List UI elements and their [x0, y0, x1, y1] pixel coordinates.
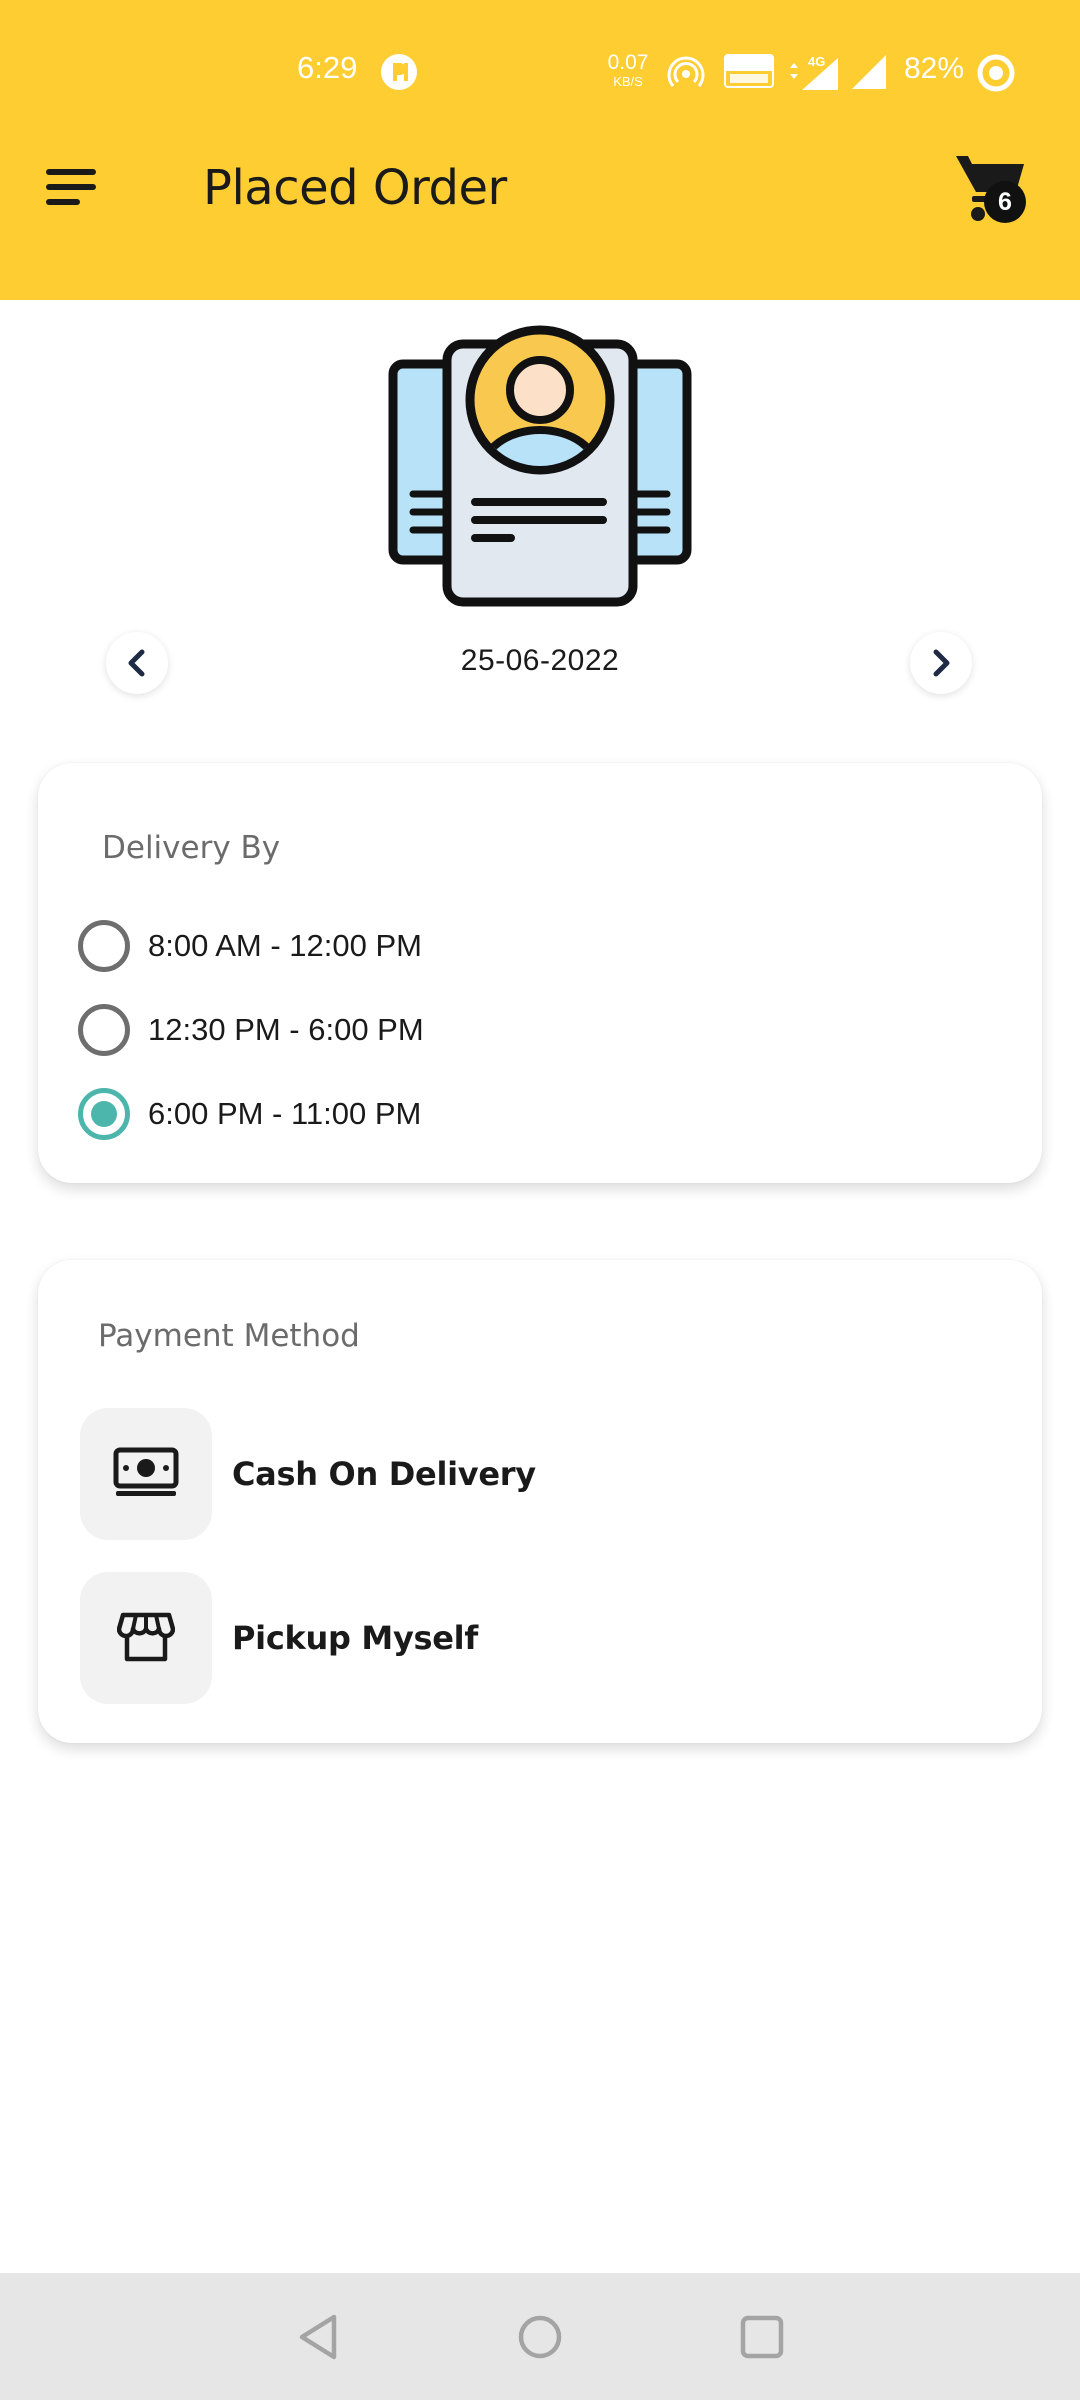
payment-icon-box: [80, 1572, 212, 1704]
next-date-button[interactable]: [910, 632, 972, 694]
selected-date: 25-06-2022: [460, 644, 620, 677]
4g-icon: 4G: [790, 54, 838, 90]
delivery-option-label: 12:30 PM - 6:00 PM: [148, 1012, 424, 1047]
svg-text:4G: 4G: [808, 54, 825, 69]
previous-date-button[interactable]: [106, 632, 168, 694]
app-header: 6:29 0.07 KB/S 4G 82% Placed Order 6: [0, 0, 1080, 300]
payment-option-label: Pickup Myself: [232, 1619, 478, 1657]
delivery-option[interactable]: 8:00 AM - 12:00 PM: [78, 916, 978, 976]
back-icon[interactable]: [294, 2311, 346, 2363]
system-nav-bar: [0, 2273, 1080, 2400]
network-speed: 0.07 KB/S: [607, 51, 649, 89]
payment-option-cash[interactable]: Cash On Delivery: [80, 1408, 980, 1540]
payment-card: Payment Method Cash On Delivery Pickup M…: [38, 1260, 1042, 1743]
hamburger-menu-icon[interactable]: [44, 165, 100, 209]
app-notification-icon: [381, 54, 417, 90]
store-icon: [117, 1612, 175, 1662]
delivery-title: Delivery By: [102, 830, 281, 866]
radio-button-selected[interactable]: [78, 1088, 130, 1140]
recents-icon[interactable]: [736, 2311, 788, 2363]
delivery-option[interactable]: 12:30 PM - 6:00 PM: [78, 1000, 978, 1060]
cash-icon: [113, 1447, 179, 1496]
status-time: 6:29: [297, 50, 358, 85]
payment-option-pickup[interactable]: Pickup Myself: [80, 1572, 980, 1704]
chevron-right-icon: [933, 649, 950, 677]
battery-percent: 82%: [904, 52, 965, 85]
volte-icon: [724, 54, 774, 88]
payment-title: Payment Method: [98, 1318, 360, 1354]
battery-icon: [977, 54, 1015, 92]
payment-option-label: Cash On Delivery: [232, 1455, 536, 1493]
delivery-option-label: 8:00 AM - 12:00 PM: [148, 928, 422, 963]
chevron-left-icon: [128, 649, 145, 677]
profile-document-icon: [388, 325, 692, 607]
delivery-card: Delivery By 8:00 AM - 12:00 PM 12:30 PM …: [38, 763, 1042, 1183]
signal-icon: [852, 55, 886, 89]
radio-button[interactable]: [78, 1004, 130, 1056]
cart-count-badge: 6: [984, 181, 1026, 223]
radio-button[interactable]: [78, 920, 130, 972]
home-icon[interactable]: [514, 2311, 566, 2363]
page-title: Placed Order: [203, 160, 507, 216]
payment-icon-box: [80, 1408, 212, 1540]
delivery-option-label: 6:00 PM - 11:00 PM: [148, 1096, 422, 1131]
hotspot-icon: [667, 56, 705, 87]
delivery-option[interactable]: 6:00 PM - 11:00 PM: [78, 1084, 978, 1144]
status-bar: 6:29 0.07 KB/S 4G 82%: [0, 0, 1080, 140]
